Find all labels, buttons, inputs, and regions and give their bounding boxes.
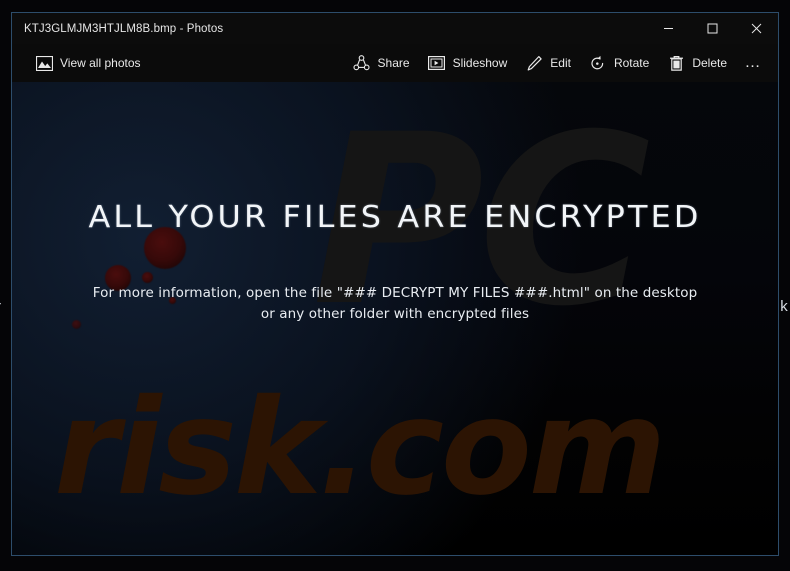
delete-button[interactable]: Delete (658, 48, 736, 78)
close-button[interactable] (734, 13, 778, 44)
share-label: Share (377, 56, 410, 70)
delete-label: Delete (692, 56, 727, 70)
trash-delete-icon (667, 54, 685, 72)
slideshow-button[interactable]: Slideshow (419, 48, 517, 78)
more-options-button[interactable]: … (736, 48, 770, 78)
view-all-photos-button[interactable]: View all photos (26, 48, 150, 78)
ransom-heading: ALL YOUR FILES ARE ENCRYPTED (88, 200, 702, 235)
slideshow-label: Slideshow (452, 56, 508, 70)
share-icon (353, 54, 371, 72)
ransom-body-line-2: or any other folder with encrypted files (260, 305, 530, 322)
ransom-note-text: ALL YOUR FILES ARE ENCRYPTED For more in… (12, 200, 778, 325)
picture-icon (35, 54, 53, 72)
edit-button[interactable]: Edit (516, 48, 580, 78)
background-left-edge-text: r (0, 298, 1, 315)
window-titlebar[interactable]: KTJ3GLMJM3HTJLM8B.bmp - Photos (12, 13, 778, 44)
maximize-button[interactable] (690, 13, 734, 44)
ransom-body-line-1: For more information, open the file "###… (92, 285, 698, 301)
close-icon (751, 23, 761, 34)
toolbar-right-group: Share Slideshow Edit Rotate Delete … (344, 48, 770, 78)
ransom-body: For more information, open the file "###… (12, 283, 778, 325)
window-controls (646, 13, 778, 44)
maximize-icon (707, 23, 717, 34)
minimize-button[interactable] (646, 13, 690, 44)
app-toolbar: View all photos Share Slideshow Edit Rot… (12, 44, 778, 82)
background-right-edge-text: k (780, 298, 788, 315)
share-button[interactable]: Share (344, 48, 419, 78)
pencil-edit-icon (525, 54, 543, 72)
minimize-icon (663, 28, 673, 29)
window-title: KTJ3GLMJM3HTJLM8B.bmp - Photos (24, 22, 224, 35)
toolbar-left-group: View all photos (26, 48, 150, 78)
risk-com-watermark: risk.com (54, 371, 666, 525)
slideshow-icon (428, 54, 446, 72)
rotate-icon (589, 54, 607, 72)
photos-app-window: KTJ3GLMJM3HTJLM8B.bmp - Photos View all … (11, 12, 779, 556)
ellipsis-icon: … (744, 54, 762, 71)
image-viewer-area[interactable]: PC risk.com ALL YOUR FILES ARE ENCRYPTED… (12, 82, 778, 555)
rotate-label: Rotate (613, 56, 650, 70)
rotate-button[interactable]: Rotate (580, 48, 658, 78)
view-all-photos-label: View all photos (60, 56, 141, 70)
edit-label: Edit (550, 56, 571, 70)
ransomware-wallpaper-image: PC risk.com ALL YOUR FILES ARE ENCRYPTED… (12, 82, 778, 555)
